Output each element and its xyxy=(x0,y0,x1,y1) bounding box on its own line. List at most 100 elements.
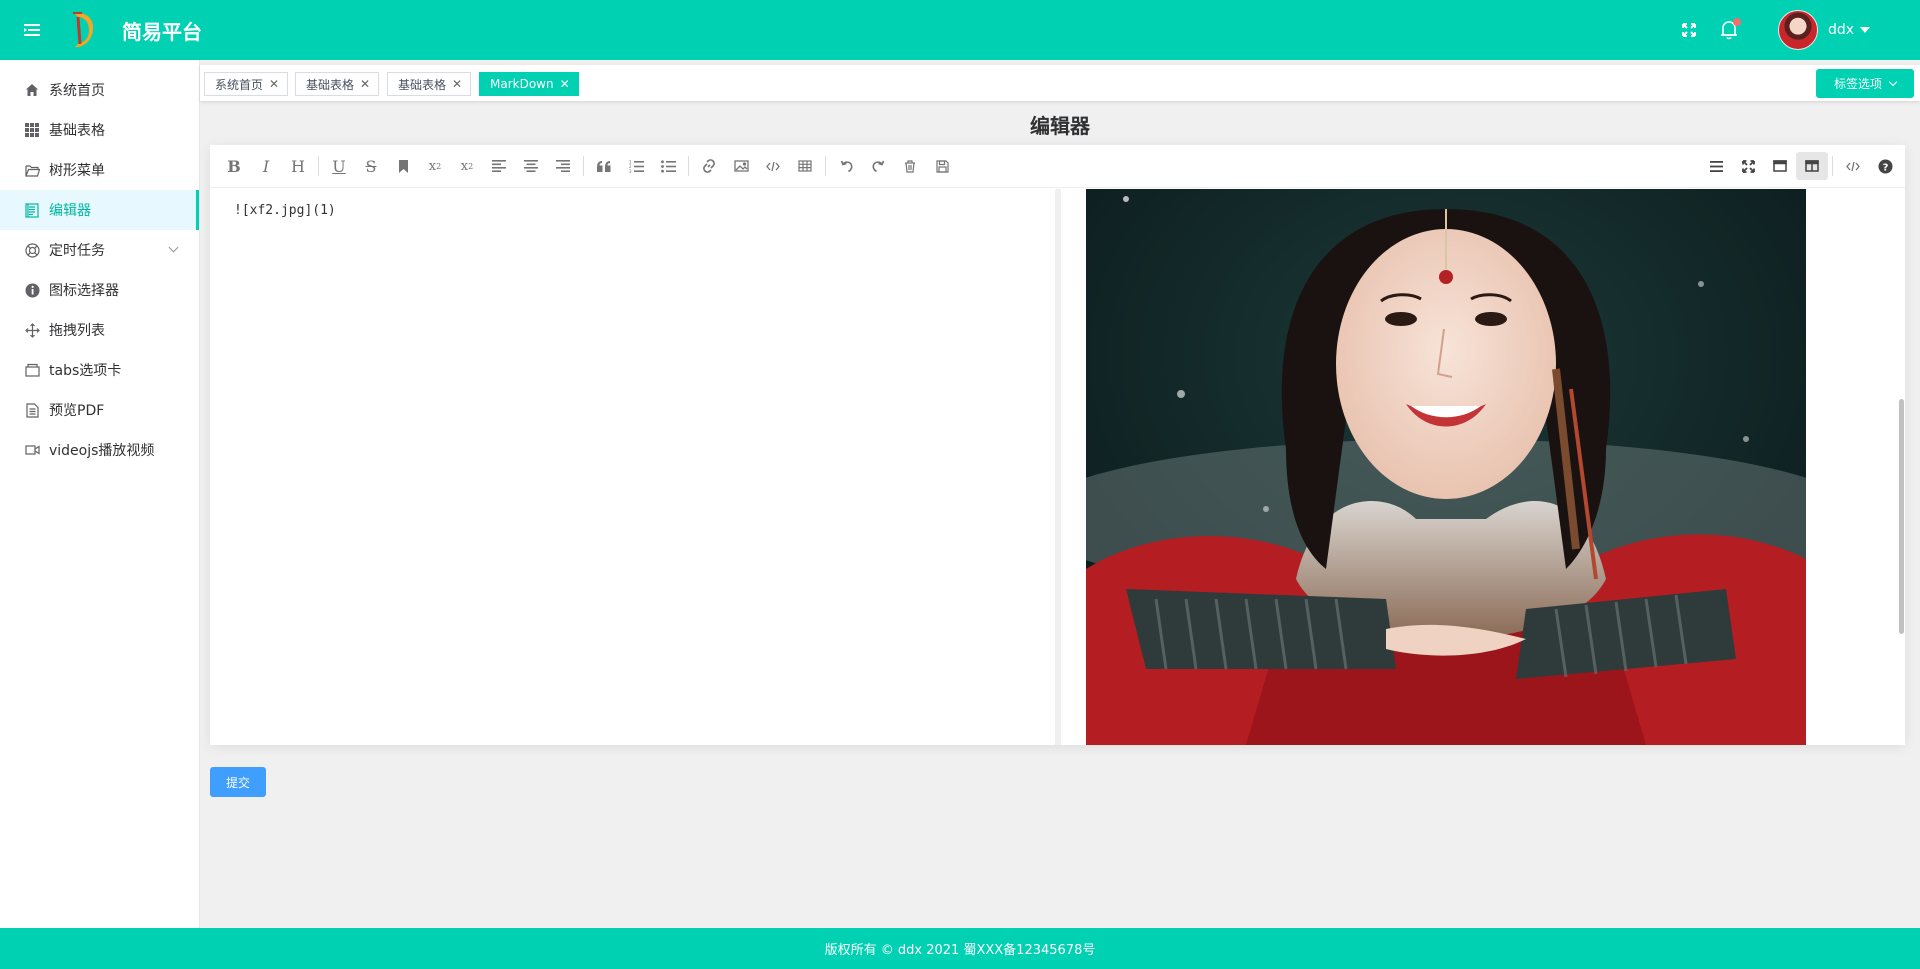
sidebar-item-basic-table[interactable]: 基础表格 xyxy=(0,110,199,150)
preview-image xyxy=(1086,189,1806,745)
toolbar-divider xyxy=(825,156,826,176)
tab-basic-table[interactable]: 基础表格 ✕ xyxy=(295,72,380,96)
document-icon xyxy=(24,202,40,218)
tab-label: MarkDown xyxy=(490,77,554,91)
chevron-down-icon[interactable] xyxy=(1860,27,1870,33)
italic-icon[interactable]: I xyxy=(250,152,282,180)
sidebar-item-label: 图标选择器 xyxy=(49,283,119,299)
copyright-text: 版权所有 © ddx 2021 蜀XXX备12345678号 xyxy=(824,943,1096,958)
username[interactable]: ddx xyxy=(1828,22,1854,38)
bold-icon[interactable]: B xyxy=(218,152,250,180)
html-icon[interactable] xyxy=(1837,152,1869,180)
move-icon xyxy=(24,322,40,338)
navigation-icon[interactable] xyxy=(1700,152,1732,180)
underline-icon[interactable]: U xyxy=(323,152,355,180)
sidebar-item-editor[interactable]: 编辑器 xyxy=(0,190,199,230)
save-icon[interactable] xyxy=(926,152,958,180)
editor-input-pane[interactable]: ![xf2.jpg](1) xyxy=(210,189,1055,745)
tags-view: 系统首页 ✕ 基础表格 ✕ 基础表格 ✕ MarkDown ✕ 标签选项 xyxy=(200,65,1920,101)
tab-label: 基础表格 xyxy=(398,77,447,92)
toolbar-divider xyxy=(688,156,689,176)
menu-toggle-icon[interactable] xyxy=(0,0,64,60)
preview-scrollbar[interactable] xyxy=(1898,189,1905,745)
avatar[interactable] xyxy=(1777,10,1818,50)
sidebar-item-label: 预览PDF xyxy=(49,403,105,419)
header-actions: ddx xyxy=(1672,0,1920,60)
tab-system-home[interactable]: 系统首页 ✕ xyxy=(204,72,289,96)
strikethrough-icon[interactable]: S xyxy=(355,152,387,180)
sidebar-item-home[interactable]: 系统首页 xyxy=(0,70,199,110)
svg-text:?: ? xyxy=(1882,162,1888,173)
folder-icon xyxy=(24,162,40,178)
tab-label: 基础表格 xyxy=(306,77,355,92)
tab-options-label: 标签选项 xyxy=(1833,77,1882,91)
logo-icon xyxy=(68,10,98,50)
toolbar-divider xyxy=(583,156,584,176)
quote-icon[interactable] xyxy=(588,152,620,180)
sidebar-item-tree-menu[interactable]: 树形菜单 xyxy=(0,150,199,190)
header-icon[interactable]: H xyxy=(282,152,314,180)
code-icon[interactable] xyxy=(757,152,789,180)
close-icon[interactable]: ✕ xyxy=(452,77,462,91)
trash-icon[interactable] xyxy=(894,152,926,180)
help-icon[interactable]: ? xyxy=(1869,152,1901,180)
chevron-down-icon xyxy=(168,242,179,253)
sidebar-item-drag-list[interactable]: 拖拽列表 xyxy=(0,310,199,350)
sidebar-item-label: 定时任务 xyxy=(49,243,105,259)
bell-icon[interactable] xyxy=(1712,13,1746,47)
sidebar: 系统首页 基础表格 树形菜单 编辑器 定时任务 图标选择器 拖拽列表 tabs选… xyxy=(0,60,200,928)
align-right-icon[interactable] xyxy=(547,152,579,180)
subfield-icon[interactable] xyxy=(1796,152,1828,180)
sidebar-item-label: 树形菜单 xyxy=(49,163,105,179)
toolbar-divider xyxy=(1832,156,1833,176)
scrollbar-thumb[interactable] xyxy=(1899,399,1904,634)
grid-icon xyxy=(24,122,40,138)
read-mode-icon[interactable] xyxy=(1764,152,1796,180)
mark-icon[interactable] xyxy=(387,152,419,180)
sidebar-item-icon-picker[interactable]: 图标选择器 xyxy=(0,270,199,310)
video-icon xyxy=(24,442,40,458)
editor-text[interactable]: ![xf2.jpg](1) xyxy=(234,203,336,218)
notification-badge xyxy=(1732,18,1741,26)
tabs-icon xyxy=(24,362,40,378)
superscript-icon[interactable]: x2 xyxy=(419,152,451,180)
chevron-down-icon xyxy=(1888,77,1898,87)
editor-toolbar: B I H U S x2 x2 123 ? xyxy=(210,145,1905,188)
sidebar-item-scheduled-tasks[interactable]: 定时任务 xyxy=(0,230,199,270)
file-icon xyxy=(24,402,40,418)
fullscreen-icon[interactable] xyxy=(1732,152,1764,180)
sidebar-item-label: 基础表格 xyxy=(49,123,105,139)
fullscreen-icon[interactable] xyxy=(1672,13,1706,47)
subscript-icon[interactable]: x2 xyxy=(451,152,483,180)
align-left-icon[interactable] xyxy=(483,152,515,180)
brand-name: 简易平台 xyxy=(122,19,202,44)
tab-basic-table-2[interactable]: 基础表格 ✕ xyxy=(387,72,472,96)
undo-icon[interactable] xyxy=(830,152,862,180)
close-icon[interactable]: ✕ xyxy=(560,77,570,91)
tab-markdown[interactable]: MarkDown ✕ xyxy=(479,72,579,96)
tab-label: 系统首页 xyxy=(215,77,264,92)
unordered-list-icon[interactable] xyxy=(652,152,684,180)
align-center-icon[interactable] xyxy=(515,152,547,180)
lifebuoy-icon xyxy=(24,242,40,258)
sidebar-item-preview-pdf[interactable]: 预览PDF xyxy=(0,390,199,430)
home-icon xyxy=(24,82,40,98)
toolbar-right-group: ? xyxy=(1700,152,1901,180)
sidebar-item-videojs[interactable]: videojs播放视频 xyxy=(0,430,199,470)
table-icon[interactable] xyxy=(789,152,821,180)
redo-icon[interactable] xyxy=(862,152,894,180)
sidebar-item-label: 拖拽列表 xyxy=(49,323,105,339)
sidebar-item-label: 编辑器 xyxy=(49,203,91,219)
ordered-list-icon[interactable]: 123 xyxy=(620,152,652,180)
tab-options-button[interactable]: 标签选项 xyxy=(1816,69,1914,98)
image-icon[interactable] xyxy=(725,152,757,180)
top-header: 简易平台 ddx xyxy=(0,0,1920,60)
close-icon[interactable]: ✕ xyxy=(360,77,370,91)
close-icon[interactable]: ✕ xyxy=(269,77,279,91)
sidebar-item-label: videojs播放视频 xyxy=(49,443,155,459)
svg-text:3: 3 xyxy=(629,168,632,172)
page-title: 编辑器 xyxy=(1030,114,1090,138)
sidebar-item-tabs[interactable]: tabs选项卡 xyxy=(0,350,199,390)
submit-button[interactable]: 提交 xyxy=(210,767,266,797)
link-icon[interactable] xyxy=(693,152,725,180)
